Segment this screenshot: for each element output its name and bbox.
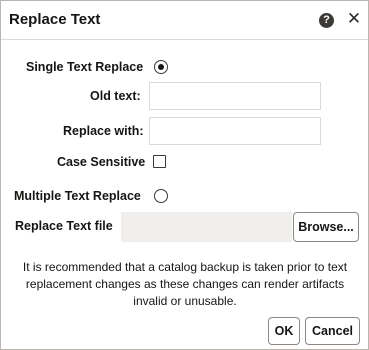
title-divider [1,39,368,40]
multiple-replace-label: Multiple Text Replace [14,189,141,203]
case-sensitive-checkbox[interactable] [153,155,166,168]
replace-with-input[interactable] [149,117,321,145]
old-text-input[interactable] [149,82,321,110]
single-replace-radio[interactable] [154,60,168,74]
replace-text-dialog: Replace Text ? ✕ Single Text Replace Old… [0,0,369,350]
replace-file-field[interactable] [121,212,292,242]
replace-file-label: Replace Text file [15,219,113,233]
single-replace-label: Single Text Replace [26,60,144,74]
old-text-label: Old text: [90,89,141,103]
close-icon[interactable]: ✕ [346,10,362,28]
help-icon[interactable]: ? [319,13,334,28]
dialog-title: Replace Text [9,11,101,28]
ok-button[interactable]: OK [268,317,300,345]
multiple-replace-radio[interactable] [154,189,168,203]
case-sensitive-label: Case Sensitive [57,155,146,169]
replace-with-label: Replace with: [63,124,144,138]
browse-button[interactable]: Browse... [293,212,359,242]
cancel-button[interactable]: Cancel [305,317,360,345]
backup-notice: It is recommended that a catalog backup … [22,260,348,308]
